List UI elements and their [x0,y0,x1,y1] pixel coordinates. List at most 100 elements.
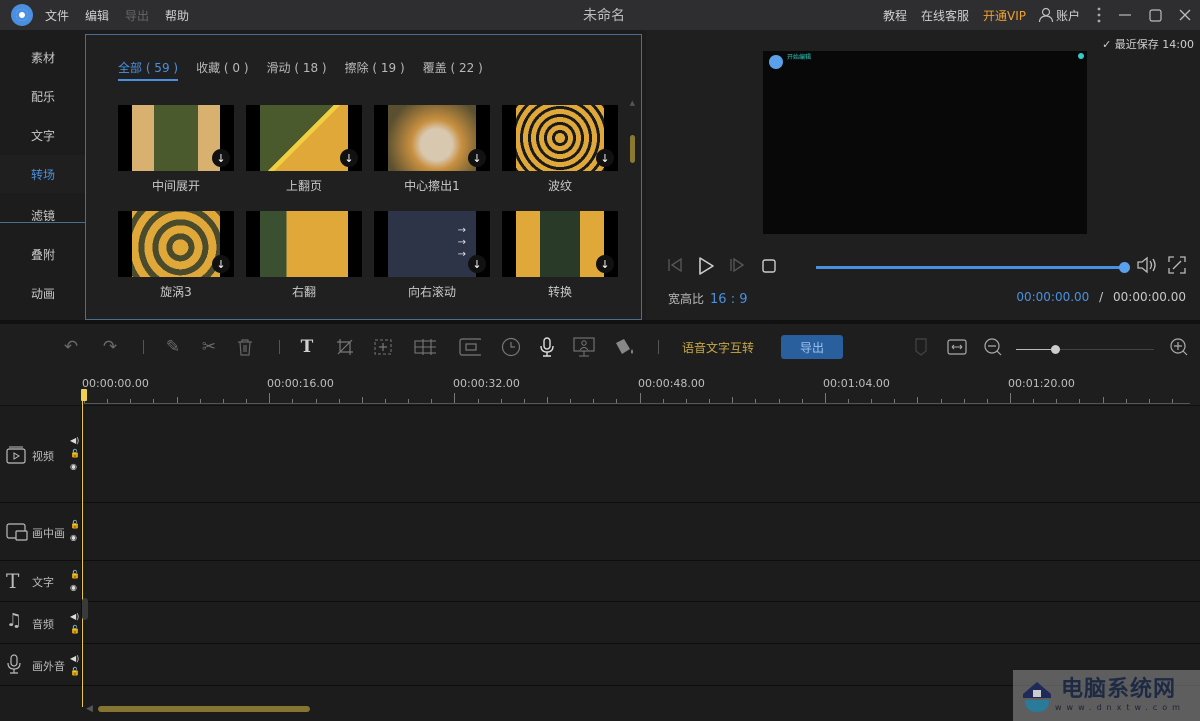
crop-button[interactable] [334,336,356,358]
timeline-ruler[interactable]: 00:00:00.00 00:00:16.00 00:00:32.00 00:0… [0,370,1200,406]
close-button[interactable] [1170,0,1200,30]
download-icon[interactable]: ↓ [596,149,614,167]
download-icon[interactable]: ↓ [468,149,486,167]
timeline-scrollbar[interactable] [98,706,310,712]
sidebar-item-text[interactable]: 文字 [0,116,86,154]
maximize-button[interactable] [1140,0,1170,30]
volume-button[interactable] [1136,256,1158,278]
download-icon[interactable]: ↓ [340,149,358,167]
sidebar-item-overlay[interactable]: 叠附 [0,235,86,273]
sidebar-item-music[interactable]: 配乐 [0,77,86,115]
lock-icon[interactable]: 🔓 [70,665,80,678]
menu-bar: 文件 编辑 导出 帮助 [45,7,189,24]
timeline-zoom-knob[interactable] [1050,345,1060,354]
freeze-frame-button[interactable] [459,336,481,358]
color-fill-button[interactable] [614,336,636,358]
speaker-icon[interactable]: ◀) [70,434,80,447]
download-icon[interactable]: ↓ [468,255,486,273]
sidebar-item-animation[interactable]: 动画 [0,274,86,312]
speech-to-text-button[interactable]: 语音文字互转 [682,339,754,356]
delete-button[interactable] [234,336,256,358]
lock-icon[interactable]: 🔓 [70,623,80,636]
scroll-up-arrow-icon[interactable]: ▲ [630,99,635,107]
track-header-resize-handle[interactable] [82,598,88,620]
avatar-button[interactable] [573,336,595,358]
tutorial-link[interactable]: 教程 [883,7,907,24]
transition-card[interactable]: ↓ 旋涡3 [118,211,234,311]
lock-icon[interactable]: 🔓 [70,518,80,531]
fit-timeline-button[interactable] [946,336,968,358]
zoom-region-button[interactable] [372,336,394,358]
download-icon[interactable]: ↓ [212,255,230,273]
track-pip[interactable]: 画中画 🔓 ◉ [0,503,1200,561]
stop-button[interactable] [762,258,776,277]
mosaic-button[interactable] [414,336,436,358]
playhead-handle[interactable] [81,389,87,401]
account-button[interactable]: 账户 [1038,7,1080,24]
support-link[interactable]: 在线客服 [921,7,969,24]
export-button[interactable]: 导出 [781,335,843,359]
next-frame-button[interactable] [728,256,746,278]
download-icon[interactable]: ↓ [596,255,614,273]
transition-card[interactable]: ↓ 波纹 [502,105,618,205]
watermark-url: www.dnxtw.com [1055,703,1185,712]
library-scrollbar[interactable] [630,135,635,163]
tab-all[interactable]: 全部 ( 59 ) [118,59,179,81]
redo-button[interactable]: ↷ [99,336,121,358]
record-voice-button[interactable] [536,336,558,358]
lock-icon[interactable]: 🔓 [70,568,80,581]
eye-icon[interactable]: ◉ [70,581,80,594]
transition-card[interactable]: ↓ 中心擦出1 [374,105,490,205]
tab-wipe[interactable]: 擦除 ( 19 ) [345,59,405,81]
track-audio[interactable]: ♫ 音频 ◀) 🔓 [0,602,1200,644]
minimize-button[interactable] [1110,0,1140,30]
tab-slide[interactable]: 滑动 ( 18 ) [267,59,327,81]
text-tool-button[interactable]: T [296,336,318,358]
tab-cover[interactable]: 覆盖 ( 22 ) [423,59,483,81]
playback-progress[interactable] [816,262,1130,273]
undo-button[interactable]: ↶ [60,336,82,358]
menu-export[interactable]: 导出 [125,7,149,24]
sidebar-item-transition[interactable]: 转场 [0,155,86,193]
playhead[interactable] [82,389,83,707]
download-icon[interactable]: ↓ [212,149,230,167]
more-button[interactable] [1088,0,1110,30]
transition-card[interactable]: ↓ 上翻页 [246,105,362,205]
prev-frame-button[interactable] [666,256,684,278]
zoom-in-button[interactable] [1168,336,1190,358]
eye-icon[interactable]: ◉ [70,531,80,544]
sidebar-item-media[interactable]: 素材 [0,38,86,76]
speaker-icon[interactable]: ◀) [70,610,80,623]
scroll-left-arrow-icon[interactable]: ◀ [86,704,93,714]
track-text[interactable]: T 文字 🔓 ◉ [0,561,1200,602]
transition-card[interactable]: ↓ 转换 [502,211,618,311]
tab-favorites[interactable]: 收藏 ( 0 ) [196,59,248,81]
track-video[interactable]: 视频 ◀) 🔓 ◉ [0,406,1200,503]
menu-help[interactable]: 帮助 [165,7,189,24]
sidebar-item-filter[interactable]: 滤镜 [0,196,86,234]
transition-card[interactable]: ↓ 中间展开 [118,105,234,205]
eye-icon[interactable]: ◉ [70,460,80,473]
ruler-tick [523,399,525,403]
speaker-icon[interactable]: ◀) [70,652,80,665]
transition-thumbnail: ↓ [502,211,618,277]
cut-button[interactable]: ✂ [198,336,220,358]
fullscreen-button[interactable] [1168,256,1186,278]
preview-screen[interactable]: 开始编辑 [763,51,1087,234]
progress-knob[interactable] [1119,262,1130,273]
transition-card[interactable]: → → → ↓ 向右滚动 [374,211,490,311]
redo-icon: ↷ [102,337,118,357]
aspect-ratio-value[interactable]: 16 : 9 [710,292,747,307]
menu-edit[interactable]: 编辑 [85,7,109,24]
watermark: 电脑系统网 www.dnxtw.com [1013,670,1200,721]
lock-icon[interactable]: 🔓 [70,447,80,460]
zoom-out-button[interactable] [982,336,1004,358]
duration-button[interactable] [500,336,522,358]
transition-card[interactable]: ↓ 右翻 [246,211,362,311]
vip-link[interactable]: 开通VIP [983,7,1026,24]
menu-file[interactable]: 文件 [45,7,69,24]
edit-button[interactable]: ✎ [162,336,184,358]
toolbar-divider [143,340,144,354]
play-button[interactable] [696,256,716,280]
marker-button[interactable] [910,336,932,358]
